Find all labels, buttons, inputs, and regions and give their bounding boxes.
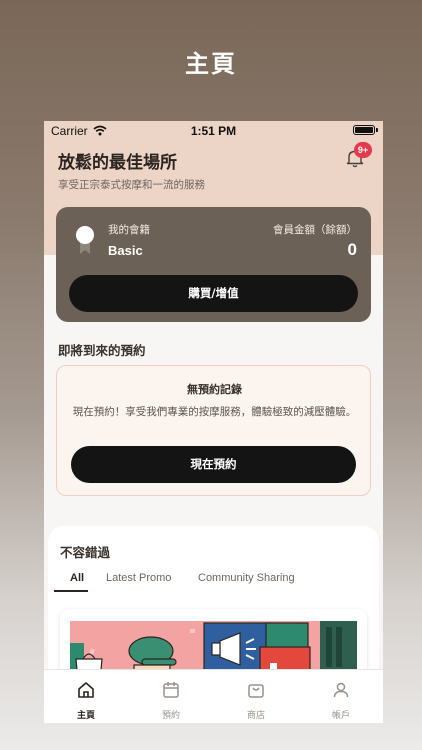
- shopping-bag-icon: [248, 684, 264, 698]
- battery-cap: [376, 128, 378, 132]
- booking-empty-description: 現在預約！享受我們專業的按摩服務，體驗極致的減壓體驗。: [72, 406, 357, 418]
- clock: 1:51 PM: [190, 124, 237, 138]
- tab-home[interactable]: 主頁: [44, 670, 128, 723]
- person-icon: [333, 682, 349, 698]
- tab-all[interactable]: All: [70, 572, 84, 584]
- medal-icon: [74, 225, 96, 255]
- tab-shop[interactable]: 商店: [214, 670, 298, 723]
- status-bar: Carrier 1:51 PM: [44, 121, 383, 141]
- tab-account-label: 帳戶: [331, 711, 350, 721]
- page-subtitle: 享受正宗泰式按摩和一流的服務: [58, 179, 205, 191]
- balance-label: 會員金額（餘額）: [273, 224, 357, 236]
- booking-empty-card: 無預約記錄 現在預約！享受我們專業的按摩服務，體驗極致的減壓體驗。 現在預約: [56, 365, 371, 496]
- promo-heading: 不容錯過: [60, 545, 111, 560]
- tab-latest-promo[interactable]: Latest Promo: [106, 572, 171, 584]
- membership-card: 我的會籍 Basic 會員金額（餘額） 0 購買/增值: [56, 207, 371, 322]
- active-tab-indicator: [54, 590, 88, 592]
- notification-badge: 9+: [354, 142, 372, 158]
- book-now-button[interactable]: 現在預約: [71, 446, 356, 483]
- app-screen: Carrier 1:51 PM 放鬆的最佳場所 享受正宗泰式按摩和一流的服務 9…: [44, 121, 383, 723]
- tab-home-label: 主頁: [76, 711, 95, 721]
- tab-account[interactable]: 帳戶: [299, 670, 383, 723]
- upcoming-heading: 即將到來的預約: [58, 343, 146, 358]
- membership-tier: Basic: [108, 243, 143, 258]
- tab-booking-label: 預約: [161, 711, 180, 721]
- hero-title: 主頁: [185, 50, 237, 78]
- battery-icon: [353, 125, 375, 135]
- tab-booking[interactable]: 預約: [129, 670, 213, 723]
- bottom-tab-bar: 主頁 預約 商店 帳戶: [44, 669, 383, 723]
- booking-empty-title: 無預約記錄: [187, 383, 242, 396]
- balance-value: 0: [347, 240, 357, 259]
- tab-shop-label: 商店: [246, 711, 265, 721]
- tab-community-sharing[interactable]: Community Sharing: [198, 572, 295, 584]
- page-title: 放鬆的最佳場所: [58, 153, 177, 173]
- calendar-icon: [163, 682, 179, 698]
- home-icon: [78, 682, 94, 698]
- topup-button[interactable]: 購買/增值: [69, 275, 358, 312]
- membership-label: 我的會籍: [108, 224, 150, 236]
